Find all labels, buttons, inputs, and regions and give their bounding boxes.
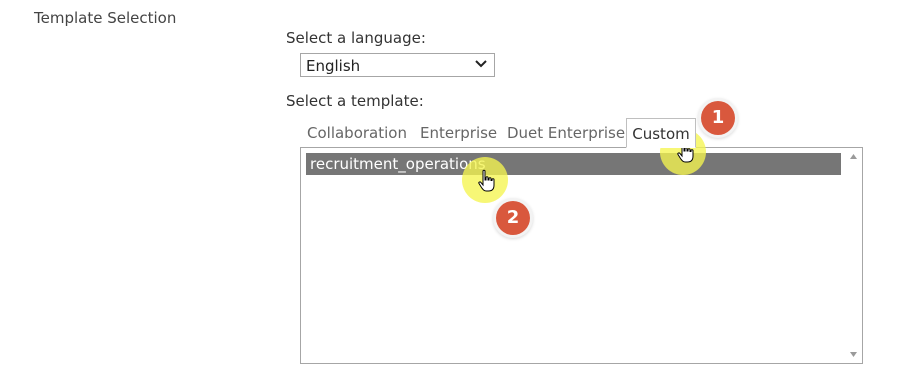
tab-custom[interactable]: Custom xyxy=(626,118,696,148)
tab-enterprise[interactable]: Enterprise xyxy=(420,118,497,148)
step-badge-1: 1 xyxy=(701,101,735,135)
tab-collaboration[interactable]: Collaboration xyxy=(307,118,407,148)
list-item[interactable]: recruitment_operations xyxy=(306,153,841,175)
template-label: Select a template: xyxy=(286,92,424,110)
section-title: Template Selection xyxy=(34,9,177,27)
tab-duet-enterprise[interactable]: Duet Enterprise xyxy=(507,118,625,148)
scrollbar[interactable] xyxy=(845,148,862,363)
scroll-up-arrow-icon[interactable] xyxy=(849,152,858,161)
hand-pointer-icon xyxy=(478,169,495,192)
scroll-down-arrow-icon[interactable] xyxy=(849,350,858,359)
template-listbox[interactable]: recruitment_operations xyxy=(300,147,863,364)
language-label: Select a language: xyxy=(286,29,426,47)
language-select[interactable]: English xyxy=(300,53,495,77)
step-badge-2: 2 xyxy=(496,201,530,235)
chevron-down-icon xyxy=(475,60,487,68)
language-select-value: English xyxy=(306,57,361,75)
